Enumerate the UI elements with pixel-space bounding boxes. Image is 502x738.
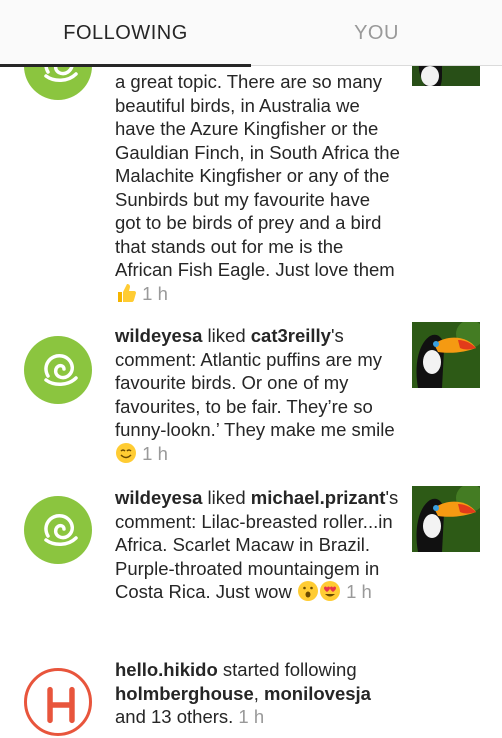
notification-text: wildeyesa liked cat3reilly's comment: At… [115,324,400,465]
post-thumbnail[interactable] [412,486,480,552]
action-text: liked [202,487,251,508]
username-link[interactable]: holmberghouse [115,683,254,704]
others-text: and 13 others. [115,706,234,727]
username-link[interactable]: hello.hikido [115,659,218,680]
timestamp: 1 h [142,282,168,304]
list-item: wildeyesa liked cat3reilly's comment: At… [0,310,502,470]
action-text: liked [202,325,251,346]
thumbs-up-icon [118,283,136,302]
avatar[interactable] [24,336,92,404]
avatar[interactable] [24,668,92,736]
action-text: started following [217,659,357,680]
username-link[interactable]: cat3reilly [251,325,331,346]
username-link[interactable]: wildeyesa [115,487,202,508]
timestamp: 1 h [142,442,168,464]
chameleon-logo-icon [44,514,78,546]
username-link[interactable]: monilovesja [264,683,371,704]
tab-you[interactable]: YOU [251,0,502,66]
chameleon-logo-icon [44,354,78,386]
list-item: wildeyesa liked michael.prizant's commen… [0,470,502,650]
timestamp: 1 h [238,706,265,727]
tab-bar: FOLLOWING YOU [0,0,502,67]
active-tab-indicator [0,64,251,67]
username-link[interactable]: michael.prizant [251,487,386,508]
notification-text: hello.hikido started following holmbergh… [115,658,400,729]
list-item: hello.hikido started following holmbergh… [0,650,502,738]
notification-text: wildeyesa liked michael.prizant's commen… [115,486,400,604]
activity-feed: a great topic. There are so many beautif… [0,0,502,738]
tab-following[interactable]: FOLLOWING [0,0,251,66]
username-link[interactable]: wildeyesa [115,325,202,346]
post-thumbnail[interactable] [412,322,480,388]
timestamp: 1 h [346,581,372,602]
toucan-image-icon [412,486,480,552]
toucan-image-icon [412,322,480,388]
separator-text: , [253,682,265,704]
notification-text: a great topic. There are so many beautif… [115,70,400,305]
heart-eyes-face-icon [319,581,340,601]
surprised-face-icon [297,581,318,601]
comment-text: a great topic. There are so many beautif… [115,71,400,280]
smiling-face-icon [116,442,136,463]
avatar[interactable] [24,496,92,564]
hello-h-logo-icon [47,686,75,724]
